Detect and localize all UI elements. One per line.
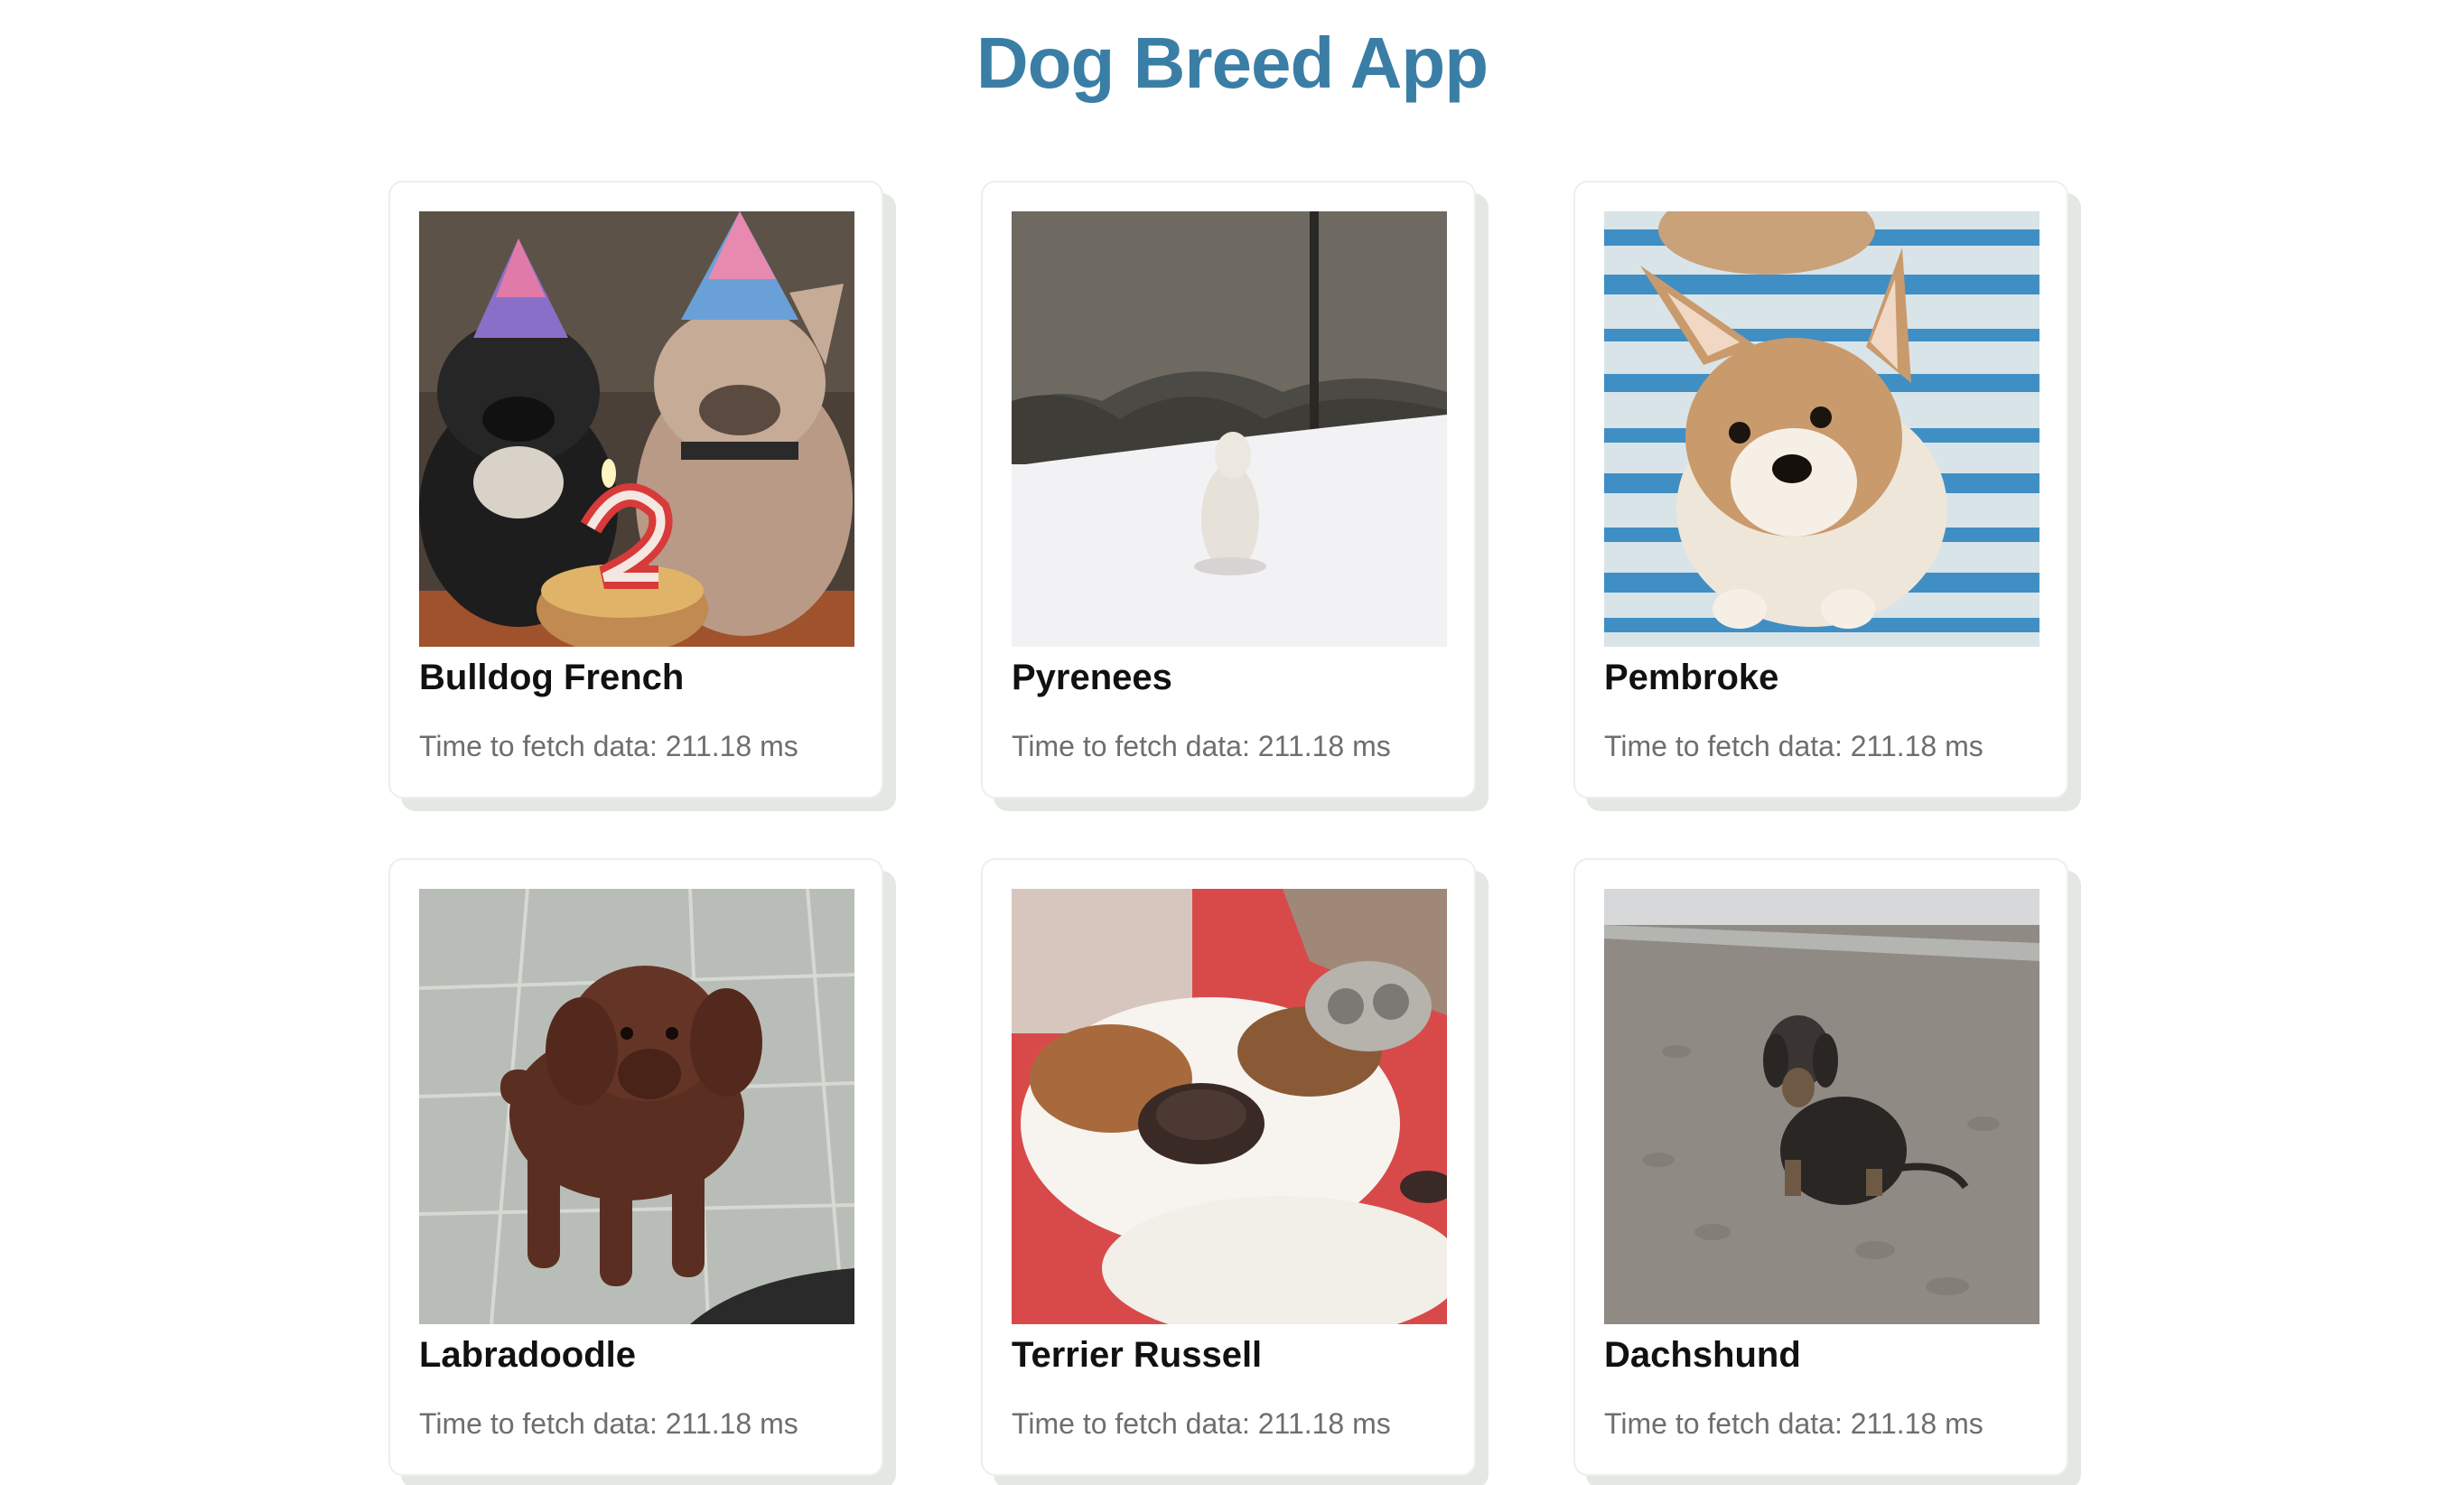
- fetch-time: Time to fetch data: 211.18 ms: [1604, 1407, 1983, 1440]
- fetch-time: Time to fetch data: 211.18 ms: [1604, 730, 1983, 762]
- breed-grid: Bulldog French Time to fetch data: 211.1…: [0, 0, 2464, 1485]
- breed-card[interactable]: Terrier Russell Time to fetch data: 211.…: [981, 858, 1476, 1476]
- breed-name: Dachshund: [1604, 1335, 1801, 1375]
- breed-name: Pembroke: [1604, 658, 1779, 697]
- fetch-time: Time to fetch data: 211.18 ms: [1012, 1407, 1391, 1440]
- breed-image[interactable]: [1012, 211, 1447, 647]
- breed-image[interactable]: [1012, 889, 1447, 1324]
- breed-card[interactable]: Bulldog French Time to fetch data: 211.1…: [388, 181, 883, 799]
- fetch-time: Time to fetch data: 211.18 ms: [1012, 730, 1391, 762]
- breed-name: Terrier Russell: [1012, 1335, 1263, 1375]
- breed-card[interactable]: Pyrenees Time to fetch data: 211.18 ms: [981, 181, 1476, 799]
- breed-image[interactable]: [419, 211, 854, 647]
- breed-image[interactable]: [1604, 211, 2039, 647]
- breed-image[interactable]: [1604, 889, 2039, 1324]
- fetch-time: Time to fetch data: 211.18 ms: [419, 730, 798, 762]
- breed-card[interactable]: Dachshund Time to fetch data: 211.18 ms: [1573, 858, 2068, 1476]
- breed-name: Bulldog French: [419, 658, 685, 697]
- breed-name: Labradoodle: [419, 1335, 637, 1375]
- breed-name: Pyrenees: [1012, 658, 1172, 697]
- fetch-time: Time to fetch data: 211.18 ms: [419, 1407, 798, 1440]
- breed-card[interactable]: Pembroke Time to fetch data: 211.18 ms: [1573, 181, 2068, 799]
- breed-card[interactable]: Labradoodle Time to fetch data: 211.18 m…: [388, 858, 883, 1476]
- breed-image[interactable]: [419, 889, 854, 1324]
